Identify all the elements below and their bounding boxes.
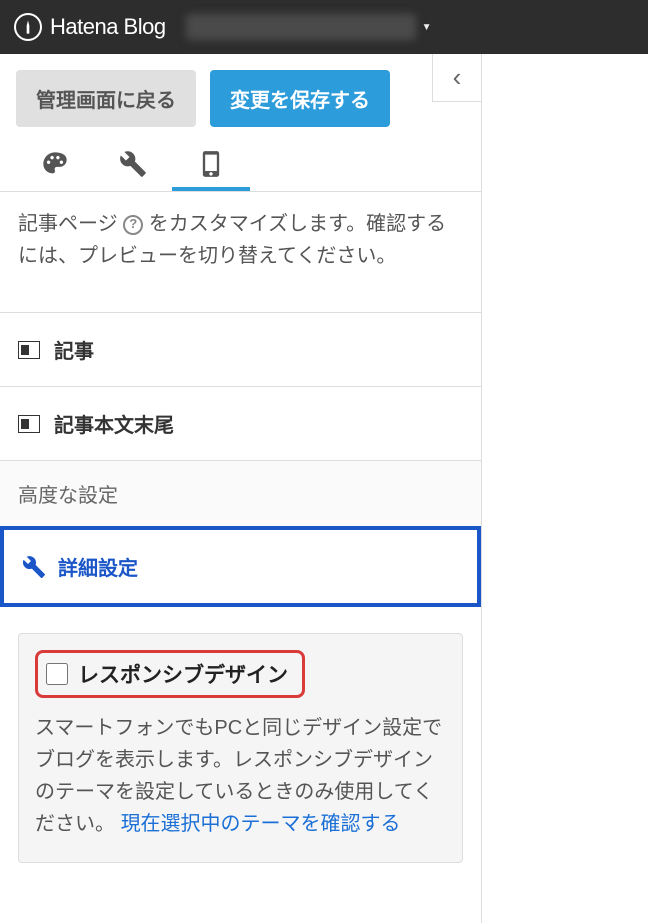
section-article-label: 記事 — [54, 335, 94, 364]
article-icon — [18, 341, 40, 359]
smartphone-icon — [197, 150, 225, 178]
blog-selector-dropdown[interactable]: ▼ — [186, 14, 432, 40]
collapse-sidebar-button[interactable]: ‹ — [432, 54, 482, 102]
design-tabs — [0, 141, 481, 191]
wrench-icon — [119, 150, 147, 178]
settings-sidebar: 管理画面に戻る 変更を保存する 記事ページ ? をカスタマイズします。確認するに… — [0, 54, 482, 923]
wrench-icon — [22, 555, 46, 579]
pen-circle-icon — [14, 13, 42, 41]
detail-settings-section: 詳細設定 — [0, 526, 481, 607]
blog-name-blurred — [186, 14, 416, 40]
top-bar: Hatena Blog ▼ — [0, 0, 648, 54]
responsive-design-description: スマートフォンでもPCと同じデザイン設定でブログを表示します。レスポンシブデザイ… — [35, 712, 446, 840]
palette-icon — [41, 150, 69, 178]
section-article-body-end-label: 記事本文末尾 — [54, 409, 174, 438]
preview-pane — [482, 54, 648, 923]
logo-text: Hatena Blog — [50, 14, 166, 40]
caret-down-icon: ▼ — [422, 22, 432, 33]
detail-settings-label: 詳細設定 — [58, 552, 138, 581]
responsive-design-checkbox-row[interactable]: レスポンシブデザイン — [35, 650, 305, 698]
responsive-design-label: レスポンシブデザイン — [78, 659, 288, 689]
section-article-body-end[interactable]: 記事本文末尾 — [0, 387, 481, 461]
save-changes-button[interactable]: 変更を保存する — [210, 70, 390, 127]
tab-smartphone[interactable] — [172, 141, 250, 191]
tab-design[interactable] — [16, 141, 94, 191]
advanced-settings-header: 高度な設定 — [0, 461, 481, 527]
chevron-left-icon: ‹ — [453, 62, 462, 93]
responsive-design-box: レスポンシブデザイン スマートフォンでもPCと同じデザイン設定でブログを表示しま… — [18, 633, 463, 863]
settings-scroll-area[interactable]: 記事ページ ? をカスタマイズします。確認するには、プレビューを切り替えてくださ… — [0, 191, 481, 923]
hatena-logo[interactable]: Hatena Blog — [14, 13, 166, 41]
back-to-admin-button[interactable]: 管理画面に戻る — [16, 70, 196, 127]
page-description: 記事ページ ? をカスタマイズします。確認するには、プレビューを切り替えてくださ… — [0, 192, 481, 313]
content-wrap: 管理画面に戻る 変更を保存する 記事ページ ? をカスタマイズします。確認するに… — [0, 54, 648, 923]
article-end-icon — [18, 415, 40, 433]
section-article[interactable]: 記事 — [0, 313, 481, 387]
confirm-theme-link[interactable]: 現在選択中のテーマを確認する — [121, 813, 401, 835]
detail-settings-toggle[interactable]: 詳細設定 — [4, 530, 477, 603]
help-icon[interactable]: ? — [123, 215, 143, 235]
tab-customize[interactable] — [94, 141, 172, 191]
responsive-design-checkbox[interactable] — [46, 663, 68, 685]
action-buttons: 管理画面に戻る 変更を保存する — [0, 54, 481, 141]
